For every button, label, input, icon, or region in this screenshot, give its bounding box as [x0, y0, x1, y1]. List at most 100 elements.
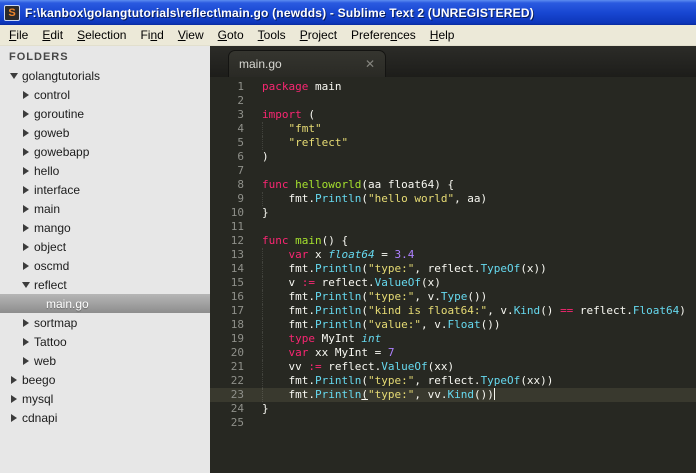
tree-folder-goroutine[interactable]: goroutine [0, 104, 210, 123]
menu-help[interactable]: Help [423, 26, 462, 44]
indent-guide [262, 332, 263, 346]
code-line-18[interactable]: 18 fmt.Println("value:", v.Float()) [210, 318, 696, 332]
line-number: 6 [237, 150, 244, 163]
tree-item-label: control [34, 87, 71, 102]
tree-folder-mysql[interactable]: mysql [0, 389, 210, 408]
code-line-4[interactable]: 4 "fmt" [210, 122, 696, 136]
code-line-3[interactable]: 3 import ( [210, 108, 696, 122]
triangle-right-icon[interactable] [20, 337, 32, 346]
menu-file[interactable]: File [2, 26, 35, 44]
indent-guide [262, 290, 263, 304]
tree-file-main.go[interactable]: main.go [0, 294, 210, 313]
code-line-20[interactable]: 20 var xx MyInt = 7 [210, 346, 696, 360]
menu-project[interactable]: Project [293, 26, 344, 44]
line-content: fmt.Println("type:", v.Type()) [262, 290, 488, 304]
code-line-12[interactable]: 12 func main() { [210, 234, 696, 248]
triangle-right-icon[interactable] [20, 90, 32, 99]
tree-item-label: goweb [34, 125, 70, 140]
code-line-9[interactable]: 9 fmt.Println("hello world", aa) [210, 192, 696, 206]
triangle-right-icon[interactable] [8, 413, 20, 422]
title-bar[interactable]: S F:\kanbox\golangtutorials\reflect\main… [0, 0, 696, 25]
tree-folder-golangtutorials[interactable]: golangtutorials [0, 66, 210, 85]
code-line-13[interactable]: 13 var x float64 = 3.4 [210, 248, 696, 262]
line-number: 20 [230, 346, 244, 359]
tree-folder-object[interactable]: object [0, 237, 210, 256]
line-content: func main() { [262, 234, 349, 247]
menu-edit[interactable]: Edit [35, 26, 70, 44]
tab-close-icon[interactable]: ✕ [365, 58, 375, 70]
triangle-right-icon[interactable] [20, 223, 32, 232]
code-line-17[interactable]: 17 fmt.Println("kind is float64:", v.Kin… [210, 304, 696, 318]
tree-folder-interface[interactable]: interface [0, 180, 210, 199]
code-line-21[interactable]: 21 vv := reflect.ValueOf(xx) [210, 360, 696, 374]
sublime-text-icon[interactable]: S [4, 4, 20, 21]
tree-folder-main[interactable]: main [0, 199, 210, 218]
triangle-down-icon[interactable] [8, 72, 20, 79]
triangle-right-icon[interactable] [20, 204, 32, 213]
tree-folder-hello[interactable]: hello [0, 161, 210, 180]
tree-folder-cdnapi[interactable]: cdnapi [0, 408, 210, 427]
code-line-10[interactable]: 10} [210, 206, 696, 220]
indent-guide [262, 262, 263, 276]
tree-folder-beego[interactable]: beego [0, 370, 210, 389]
tree-folder-oscmd[interactable]: oscmd [0, 256, 210, 275]
code-line-8[interactable]: 8 func helloworld(aa float64) { [210, 178, 696, 192]
line-number: 24 [230, 402, 244, 415]
triangle-right-icon[interactable] [20, 185, 32, 194]
code-line-19[interactable]: 19 type MyInt int [210, 332, 696, 346]
tree-item-label: web [34, 353, 57, 368]
tab-main-go[interactable]: main.go ✕ [228, 50, 386, 77]
tree-folder-gowebapp[interactable]: gowebapp [0, 142, 210, 161]
triangle-right-icon[interactable] [8, 394, 20, 403]
code-area[interactable]: 1 package main 2 3 import (4 "fmt" 5 "reflect… [210, 77, 696, 473]
tree-item-label: main.go [46, 296, 89, 311]
tree-folder-web[interactable]: web [0, 351, 210, 370]
code-line-5[interactable]: 5 "reflect" [210, 136, 696, 150]
menu-tools[interactable]: Tools [251, 26, 293, 44]
triangle-right-icon[interactable] [20, 242, 32, 251]
triangle-right-icon[interactable] [20, 318, 32, 327]
line-number: 3 [237, 108, 244, 121]
tree-folder-reflect[interactable]: reflect [0, 275, 210, 294]
menu-goto[interactable]: Goto [211, 26, 251, 44]
code-line-2[interactable]: 2 [210, 94, 696, 108]
code-line-23[interactable]: 23 fmt.Println("type:", vv.Kind()) [210, 388, 696, 402]
triangle-down-icon[interactable] [20, 281, 32, 288]
triangle-right-icon[interactable] [20, 147, 32, 156]
line-content: var xx MyInt = 7 [262, 346, 394, 360]
tree-folder-control[interactable]: control [0, 85, 210, 104]
line-number: 2 [237, 94, 244, 107]
line-number: 23 [230, 388, 244, 401]
code-line-25[interactable]: 25 [210, 416, 696, 430]
tree-item-label: Tattoo [34, 334, 67, 349]
code-line-15[interactable]: 15 v := reflect.ValueOf(x) [210, 276, 696, 290]
tree-folder-Tattoo[interactable]: Tattoo [0, 332, 210, 351]
menu-view[interactable]: View [171, 26, 211, 44]
tree-folder-sortmap[interactable]: sortmap [0, 313, 210, 332]
menu-preferences[interactable]: Preferences [344, 26, 423, 44]
code-line-6[interactable]: 6) [210, 150, 696, 164]
code-line-1[interactable]: 1 package main [210, 80, 696, 94]
folder-tree: golangtutorials control goroutine goweb gowe… [0, 66, 210, 427]
triangle-right-icon[interactable] [20, 166, 32, 175]
code-line-22[interactable]: 22 fmt.Println("type:", reflect.TypeOf(x… [210, 374, 696, 388]
tree-item-label: main [34, 201, 61, 216]
line-number: 8 [237, 178, 244, 191]
code-line-16[interactable]: 16 fmt.Println("type:", v.Type()) [210, 290, 696, 304]
triangle-right-icon[interactable] [20, 356, 32, 365]
menu-find[interactable]: Find [133, 26, 170, 44]
code-line-14[interactable]: 14 fmt.Println("type:", reflect.TypeOf(x… [210, 262, 696, 276]
triangle-right-icon[interactable] [8, 375, 20, 384]
tree-folder-mango[interactable]: mango [0, 218, 210, 237]
triangle-right-icon[interactable] [20, 109, 32, 118]
tree-folder-goweb[interactable]: goweb [0, 123, 210, 142]
indent-guide [262, 276, 263, 290]
indent-guide [262, 192, 263, 206]
triangle-right-icon[interactable] [20, 128, 32, 137]
triangle-right-icon[interactable] [20, 261, 32, 270]
code-line-11[interactable]: 11 [210, 220, 696, 234]
menu-selection[interactable]: Selection [70, 26, 133, 44]
code-line-24[interactable]: 24} [210, 402, 696, 416]
line-number: 21 [230, 360, 244, 373]
code-line-7[interactable]: 7 [210, 164, 696, 178]
